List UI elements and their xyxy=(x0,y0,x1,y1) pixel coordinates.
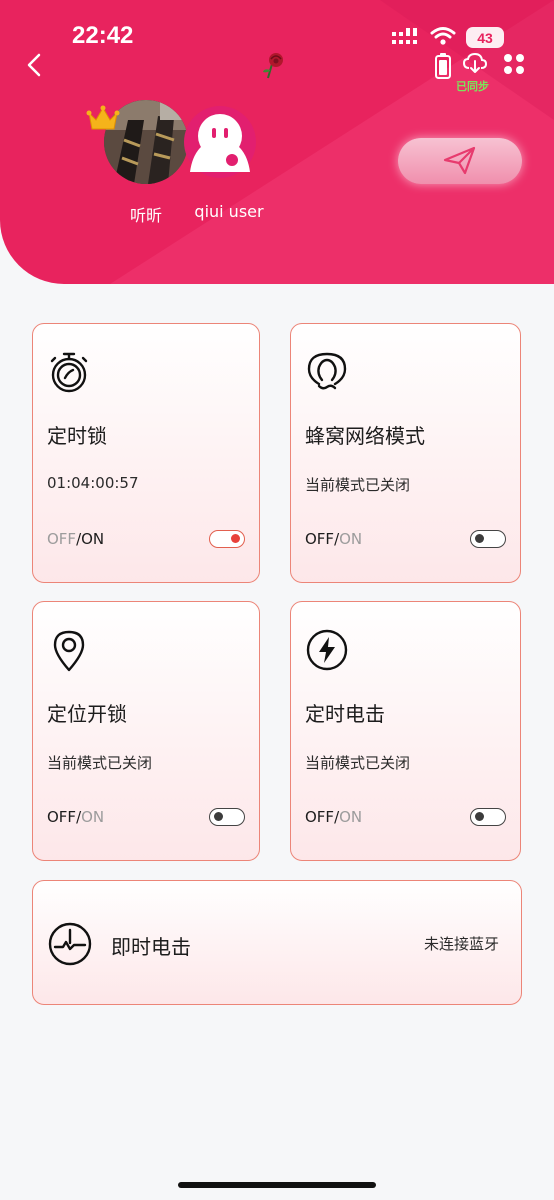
on-label: ON xyxy=(81,808,105,826)
off-label: OFF xyxy=(47,808,77,826)
location-unlock-toggle[interactable] xyxy=(209,808,245,826)
toggle-label: OFF/ON xyxy=(47,530,104,548)
card-location-unlock[interactable]: 定位开锁 当前模式已关闭 OFF/ON xyxy=(32,601,260,861)
back-icon[interactable] xyxy=(24,52,46,78)
cellular-mode-toggle[interactable] xyxy=(470,530,506,548)
battery-indicator: 43 xyxy=(466,27,504,48)
crown-icon xyxy=(86,105,120,130)
toggle-knob xyxy=(475,812,484,821)
default-avatar[interactable] xyxy=(184,100,256,184)
off-label: OFF xyxy=(305,530,335,548)
paper-plane-icon xyxy=(443,146,476,175)
card-timer-shock[interactable]: 定时电击 当前模式已关闭 OFF/ON xyxy=(290,601,521,861)
off-label: OFF xyxy=(305,808,335,826)
device-battery-icon xyxy=(435,53,451,79)
card-title: 定时电击 xyxy=(305,702,385,726)
card-status: 当前模式已关闭 xyxy=(47,754,153,772)
grid-menu-icon[interactable] xyxy=(502,52,526,76)
clock-pulse-icon xyxy=(48,922,92,966)
toggle-label: OFF/ON xyxy=(305,530,362,548)
timer-lock-toggle[interactable] xyxy=(209,530,245,548)
stopwatch-icon xyxy=(50,352,88,393)
off-label: OFF xyxy=(47,530,77,548)
card-timer-lock[interactable]: 定时锁 01:04:00:57 OFF/ON xyxy=(32,323,260,583)
card-title: 定时锁 xyxy=(47,424,107,448)
profile-header: 22:42 43 已同步 听昕 qiui user xyxy=(0,0,554,284)
card-instant-shock[interactable]: 即时电击 未连接蓝牙 xyxy=(32,880,522,1005)
on-label: ON xyxy=(339,808,363,826)
bulb-icon xyxy=(307,352,347,390)
card-title: 即时电击 xyxy=(111,935,191,959)
signal-icon xyxy=(392,28,417,44)
toggle-knob xyxy=(214,812,223,821)
card-title: 定位开锁 xyxy=(47,702,127,726)
card-status: 当前模式已关闭 xyxy=(305,754,411,772)
rose-icon[interactable] xyxy=(258,50,288,80)
bluetooth-status: 未连接蓝牙 xyxy=(423,935,499,953)
toggle-label: OFF/ON xyxy=(47,808,104,826)
lightning-icon xyxy=(306,629,348,671)
username-label: qiui user xyxy=(194,202,264,221)
home-indicator xyxy=(178,1182,376,1188)
card-title: 蜂窝网络模式 xyxy=(305,424,425,448)
card-cellular-mode[interactable]: 蜂窝网络模式 当前模式已关闭 OFF/ON xyxy=(290,323,521,583)
send-button[interactable] xyxy=(398,138,522,184)
toggle-knob xyxy=(475,534,484,543)
status-time: 22:42 xyxy=(72,22,134,49)
location-pin-icon xyxy=(53,630,85,672)
on-label: ON xyxy=(81,530,105,548)
username-label: 听昕 xyxy=(129,206,162,225)
wifi-icon xyxy=(430,27,456,45)
timer-shock-toggle[interactable] xyxy=(470,808,506,826)
cloud-sync-icon[interactable] xyxy=(463,52,487,74)
on-label: ON xyxy=(339,530,363,548)
toggle-label: OFF/ON xyxy=(305,808,362,826)
card-status: 当前模式已关闭 xyxy=(305,476,411,494)
countdown-value: 01:04:00:57 xyxy=(47,474,139,492)
toggle-knob xyxy=(231,534,240,543)
sync-status-label: 已同步 xyxy=(456,80,489,93)
